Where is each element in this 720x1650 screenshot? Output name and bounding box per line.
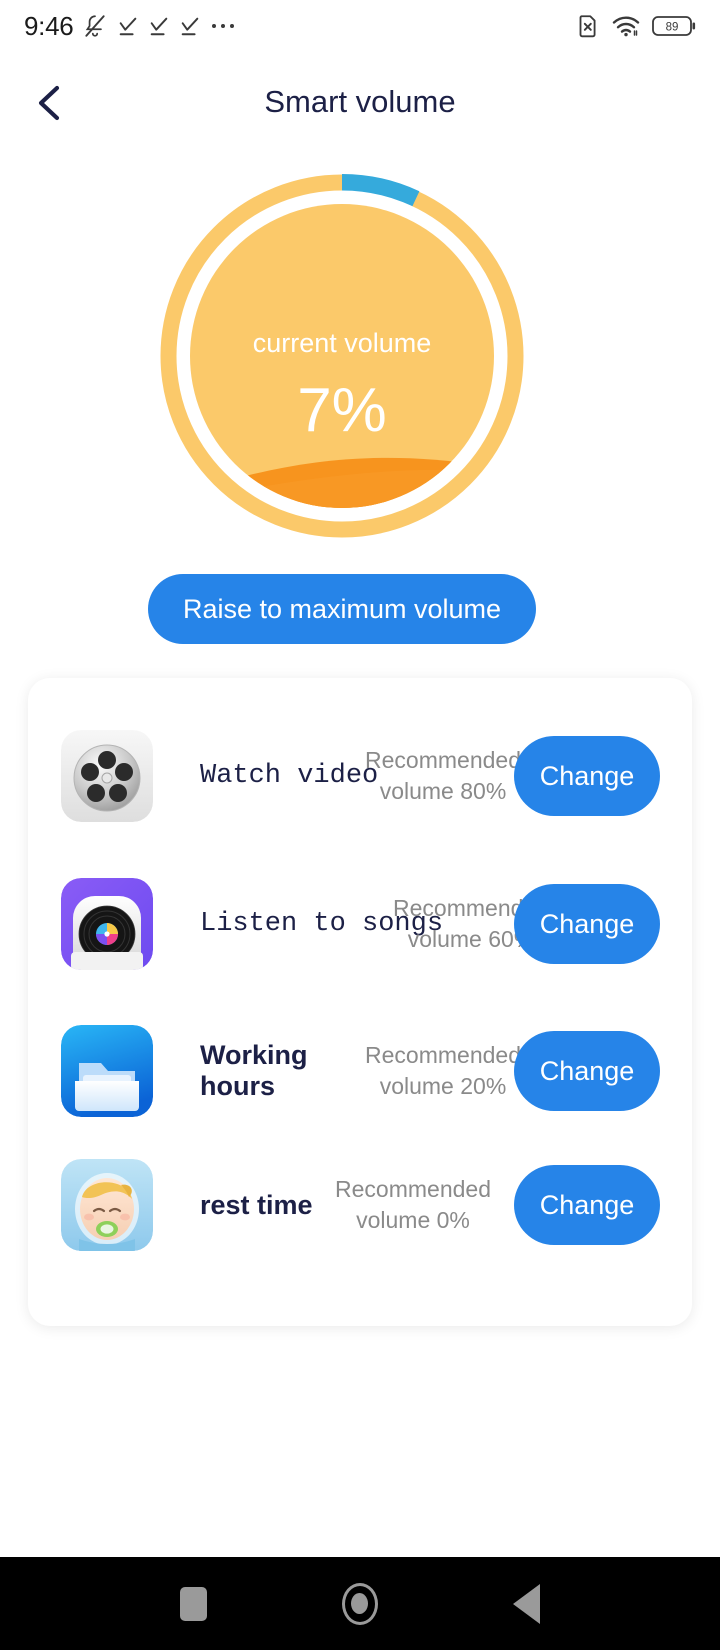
change-button[interactable]: Change (514, 884, 660, 964)
volume-dial[interactable]: current volume 7% (151, 165, 533, 547)
status-bar: 9:46 89 (0, 0, 720, 52)
scene-list-card: Watch video Recommended volume 80% Chang… (28, 678, 692, 1326)
status-clock: 9:46 (24, 10, 74, 41)
title-bar: Smart volume (0, 52, 720, 152)
raise-to-maximum-volume-button[interactable]: Raise to maximum volume (148, 574, 536, 644)
page-title: Smart volume (264, 84, 456, 119)
scene-row[interactable]: Listen to songs Recommended volume 60% C… (28, 850, 692, 998)
scene-name: Working hours (200, 1040, 308, 1101)
scene-recommendation: Recommended volume 0% (335, 1176, 491, 1233)
change-button[interactable]: Change (514, 1031, 660, 1111)
status-bar-left: 9:46 (24, 11, 236, 42)
home-circle-icon (341, 1582, 378, 1625)
scene-row[interactable]: Working hours Recommended volume 20% Cha… (28, 997, 692, 1145)
download-check-icon (148, 15, 170, 37)
home-button[interactable] (330, 1574, 390, 1634)
scene-row[interactable]: Watch video Recommended volume 80% Chang… (28, 702, 692, 850)
scene-name: rest time (200, 1189, 313, 1220)
scene-recommendation: Recommended volume 80% (365, 747, 521, 804)
status-bar-right: 89 (574, 13, 696, 39)
system-navigation-bar (0, 1557, 720, 1650)
dial-value: 7% (297, 376, 387, 445)
scene-recommendation: Recommended volume 20% (365, 1042, 521, 1099)
scene-name: Watch video (200, 761, 379, 791)
dial-label: current volume (252, 328, 432, 358)
sim-error-icon (574, 13, 600, 39)
wifi-icon (612, 15, 640, 37)
change-button[interactable]: Change (514, 736, 660, 816)
film-reel-icon (61, 730, 153, 822)
battery-icon: 89 (652, 14, 696, 38)
bell-muted-icon (82, 13, 108, 39)
recents-button[interactable] (163, 1574, 223, 1634)
recents-square-icon (179, 1586, 207, 1621)
sleeping-baby-icon (61, 1159, 153, 1251)
battery-level-text: 89 (666, 22, 679, 34)
change-button[interactable]: Change (514, 1165, 660, 1245)
download-check-icon (179, 15, 201, 37)
back-nav-button[interactable] (497, 1574, 557, 1634)
folder-icon (61, 1025, 153, 1117)
scene-row[interactable]: rest time Recommended volume 0% Change (28, 1131, 692, 1279)
back-triangle-icon (513, 1583, 541, 1624)
ellipsis-icon (210, 21, 236, 31)
scene-recommendation: Recommended volume 60% (393, 895, 549, 952)
vinyl-record-icon (61, 878, 153, 970)
download-check-icon (117, 15, 139, 37)
